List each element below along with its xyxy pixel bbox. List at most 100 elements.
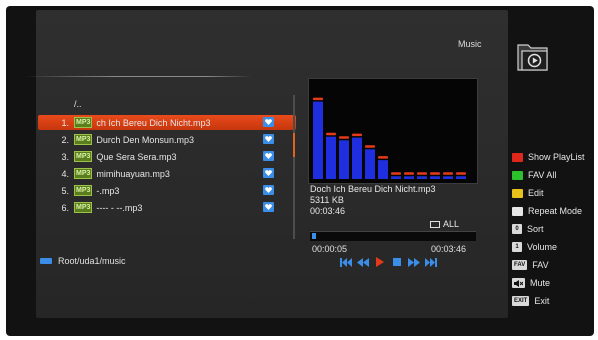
favorite-heart-icon[interactable] bbox=[263, 168, 274, 178]
spectrum-bar bbox=[326, 136, 336, 179]
red-key-icon bbox=[512, 152, 523, 162]
spectrum-peak bbox=[443, 172, 453, 175]
legend-mute-label: Mute bbox=[530, 278, 551, 288]
legend-show-playlist[interactable]: Show PlayList bbox=[512, 150, 598, 164]
mp3-badge-icon: MP3 bbox=[74, 202, 93, 213]
panel-title: Music bbox=[458, 39, 482, 49]
spectrum-bar bbox=[430, 176, 440, 179]
legend-fav-all[interactable]: FAV All bbox=[512, 168, 598, 182]
file-list-item[interactable]: 5. MP3 -.mp3 bbox=[38, 183, 296, 198]
music-folder-icon bbox=[514, 38, 552, 74]
spectrum-peak bbox=[456, 172, 466, 175]
usb-drive-icon bbox=[40, 258, 52, 264]
spectrum-bar bbox=[417, 176, 427, 179]
spectrum-bar bbox=[339, 140, 349, 179]
current-path-label: Root/uda1/music bbox=[58, 256, 126, 266]
file-list-item[interactable]: 1. MP3 ch Ich Bereu Dich Nicht.mp3 bbox=[38, 115, 296, 130]
file-list-scroll-thumb[interactable] bbox=[293, 133, 295, 157]
file-index: 1. bbox=[61, 117, 69, 128]
legend-repeat-mode-label: Repeat Mode bbox=[528, 206, 583, 216]
green-key-icon bbox=[512, 170, 523, 180]
legend-edit-label: Edit bbox=[528, 188, 544, 198]
spectrum-peak bbox=[326, 132, 336, 136]
spectrum-bar bbox=[313, 101, 323, 179]
next-track-icon[interactable] bbox=[424, 257, 437, 268]
playback-progress-fill bbox=[312, 233, 316, 239]
spectrum-peak bbox=[378, 156, 388, 159]
spectrum-bar bbox=[456, 176, 466, 179]
file-index: 6. bbox=[61, 202, 69, 213]
legend-exit-label: Exit bbox=[534, 296, 550, 306]
spectrum-peak bbox=[313, 97, 323, 101]
legend-sort-label: Sort bbox=[527, 224, 544, 234]
stop-icon[interactable] bbox=[390, 257, 403, 268]
mp3-badge-icon: MP3 bbox=[74, 168, 93, 179]
parent-directory-item[interactable]: /.. bbox=[74, 99, 82, 109]
file-list-scrollbar[interactable] bbox=[293, 95, 295, 239]
spectrum-peak bbox=[352, 133, 362, 137]
track-info: Doch Ich Bereu Dich Nicht.mp3 5311 KB 00… bbox=[310, 184, 436, 217]
spectrum-peak bbox=[404, 172, 414, 175]
favorite-heart-icon[interactable] bbox=[263, 134, 274, 144]
play-icon[interactable] bbox=[373, 257, 386, 268]
legend-volume-label: Volume bbox=[527, 242, 558, 252]
fav-key-icon: FAV bbox=[512, 260, 528, 270]
spectrum-peak bbox=[417, 172, 427, 175]
favorite-heart-icon[interactable] bbox=[263, 185, 274, 195]
panel-divider bbox=[24, 76, 252, 77]
favorite-heart-icon[interactable] bbox=[263, 117, 274, 127]
zero-key-icon: 0 bbox=[512, 224, 522, 234]
exit-key-icon: EXIT bbox=[512, 296, 530, 306]
file-list-item[interactable]: 4. MP3 mimihuayuan.mp3 bbox=[38, 166, 296, 181]
total-time: 00:03:46 bbox=[431, 244, 467, 254]
legend-volume[interactable]: 1 Volume bbox=[512, 240, 598, 254]
legend-mute[interactable]: Mute bbox=[512, 276, 598, 290]
repeat-mode-label: ALL bbox=[443, 219, 460, 229]
legend-fav-all-label: FAV All bbox=[528, 170, 557, 180]
mp3-badge-icon: MP3 bbox=[74, 185, 93, 196]
legend-fav-label: FAV bbox=[532, 260, 549, 270]
mute-key-icon bbox=[512, 278, 525, 288]
file-list-item[interactable]: 2. MP3 Durch Den Monsun.mp3 bbox=[38, 132, 296, 147]
fast-forward-icon[interactable] bbox=[407, 257, 420, 268]
yellow-key-icon bbox=[512, 188, 523, 198]
elapsed-time: 00:00:05 bbox=[312, 244, 348, 254]
spectrum-peak bbox=[339, 136, 349, 139]
track-title: Doch Ich Bereu Dich Nicht.mp3 bbox=[310, 184, 436, 194]
legend-repeat-mode[interactable]: Repeat Mode bbox=[512, 204, 598, 218]
file-list-item[interactable]: 3. MP3 Que Sera Sera.mp3 bbox=[38, 149, 296, 164]
track-duration: 00:03:46 bbox=[310, 206, 346, 216]
mp3-badge-icon: MP3 bbox=[74, 151, 93, 162]
spectrum-peak bbox=[430, 172, 440, 175]
spectrum-bar bbox=[365, 149, 375, 179]
spectrum-bar bbox=[391, 176, 401, 179]
legend-fav[interactable]: FAV FAV bbox=[512, 258, 598, 272]
mp3-badge-icon: MP3 bbox=[74, 117, 93, 128]
spectrum-peak bbox=[391, 172, 401, 175]
spectrum-peak bbox=[365, 145, 375, 148]
current-path: Root/uda1/music bbox=[40, 256, 126, 266]
spectrum-visualizer bbox=[308, 78, 478, 184]
legend-show-playlist-label: Show PlayList bbox=[528, 152, 585, 162]
rewind-icon[interactable] bbox=[356, 257, 369, 268]
spectrum-bar bbox=[404, 176, 414, 179]
playback-controls bbox=[339, 256, 437, 268]
file-list-item[interactable]: 6. MP3 ---- - --.mp3 bbox=[38, 200, 296, 215]
spectrum-bar bbox=[352, 137, 362, 179]
track-size: 5311 KB bbox=[310, 195, 344, 205]
one-key-icon: 1 bbox=[512, 242, 522, 252]
spectrum-bar bbox=[378, 160, 388, 179]
repeat-all-icon bbox=[430, 221, 440, 228]
legend-exit[interactable]: EXIT Exit bbox=[512, 294, 598, 308]
legend-edit[interactable]: Edit bbox=[512, 186, 598, 200]
prev-track-icon[interactable] bbox=[339, 257, 352, 268]
file-index: 5. bbox=[61, 185, 69, 196]
file-index: 4. bbox=[61, 168, 69, 179]
favorite-heart-icon[interactable] bbox=[263, 202, 274, 212]
mp3-badge-icon: MP3 bbox=[74, 134, 93, 145]
favorite-heart-icon[interactable] bbox=[263, 151, 274, 161]
playback-progress-bar[interactable] bbox=[310, 231, 476, 241]
file-index: 3. bbox=[61, 151, 69, 162]
legend-sort[interactable]: 0 Sort bbox=[512, 222, 598, 236]
spectrum-bar bbox=[443, 176, 453, 179]
